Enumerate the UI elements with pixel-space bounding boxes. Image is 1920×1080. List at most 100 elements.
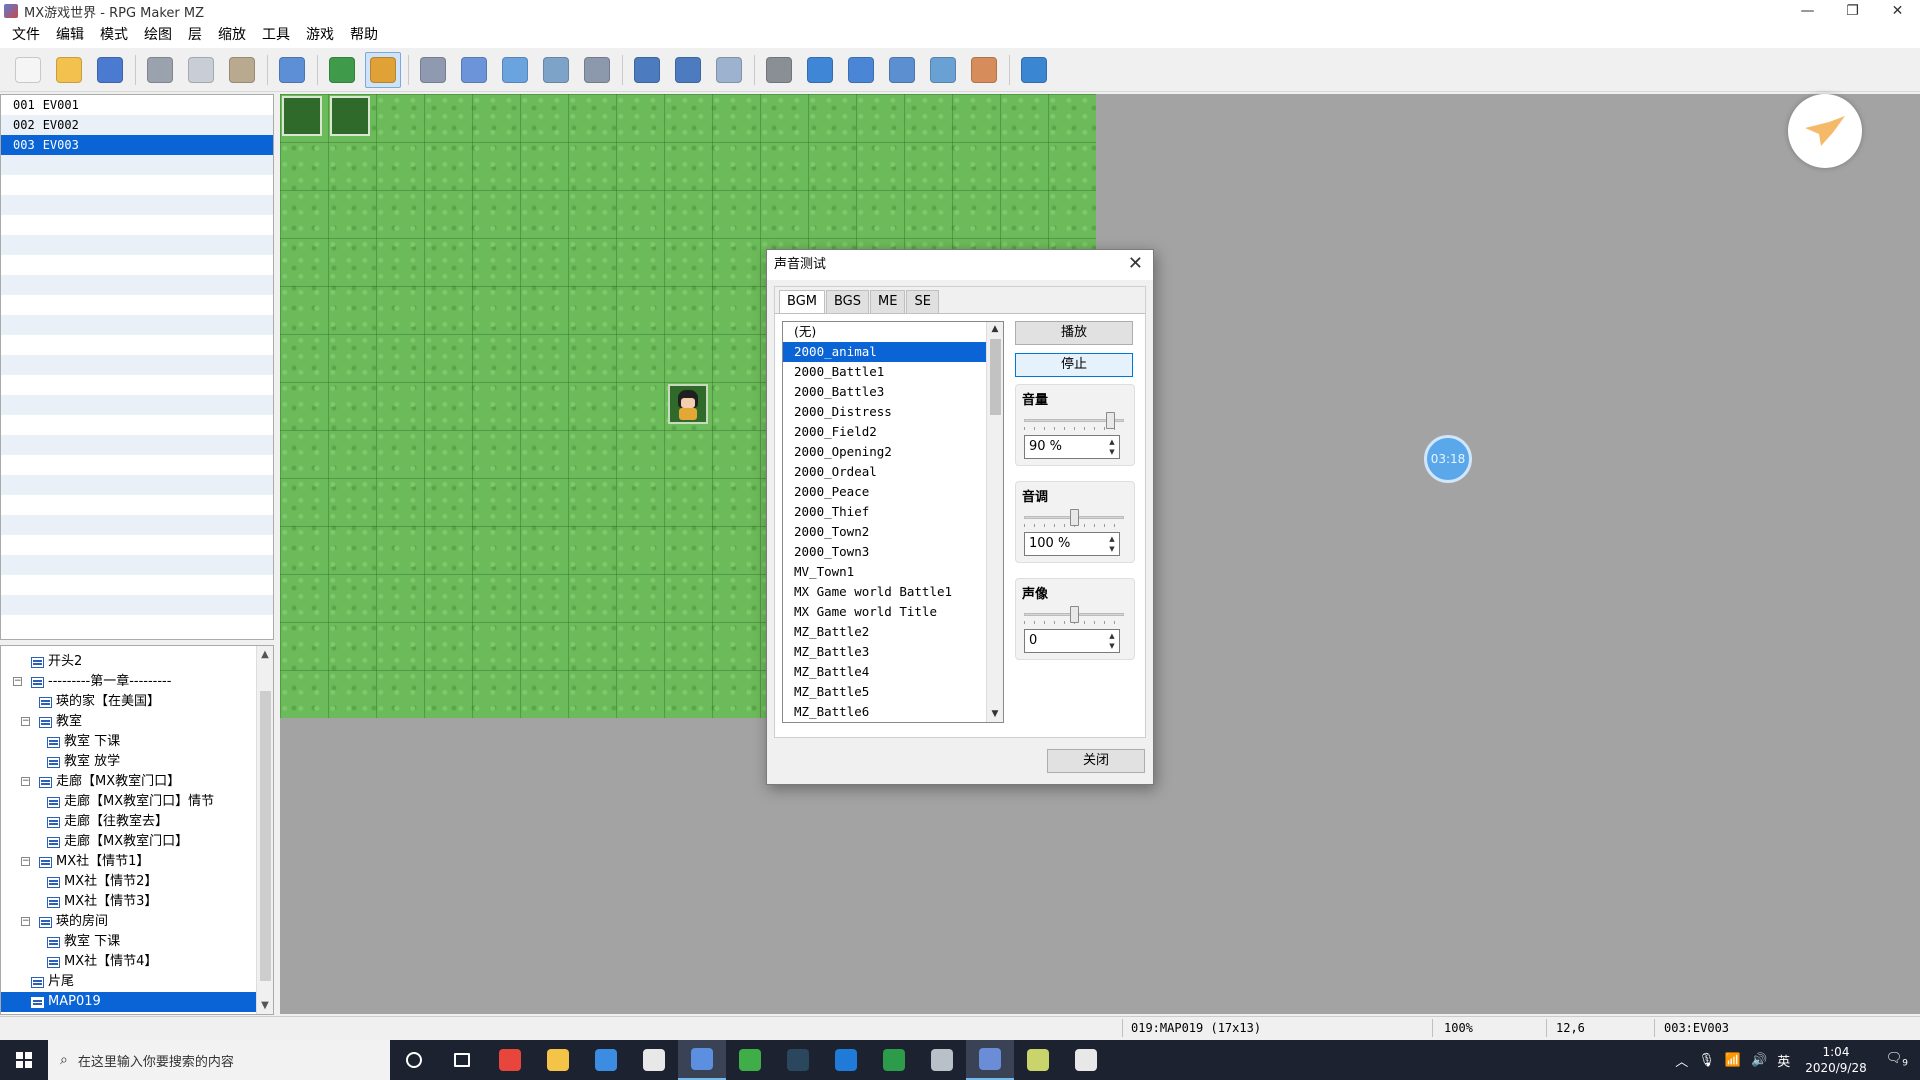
audio-file-item[interactable]: MZ_Battle3 <box>783 642 987 662</box>
event-list-empty-row[interactable] <box>1 395 273 415</box>
cut-button[interactable] <box>142 52 178 88</box>
collapse-toggle-icon[interactable]: − <box>21 857 30 866</box>
collapse-toggle-icon[interactable]: − <box>21 777 30 786</box>
event-list-empty-row[interactable] <box>1 435 273 455</box>
database-button[interactable] <box>761 52 797 88</box>
menu-mode[interactable]: 模式 <box>92 22 136 48</box>
paste-button[interactable] <box>224 52 260 88</box>
map-tree-item[interactable]: − MX社【情节1】 <box>1 852 273 872</box>
map-tree-item[interactable]: MAP019 <box>1 992 257 1012</box>
audio-file-item[interactable]: 2000_Distress <box>783 402 987 422</box>
map-tree-item[interactable]: − 教室 <box>1 712 273 732</box>
event-list-empty-row[interactable] <box>1 595 273 615</box>
audio-file-item[interactable]: 2000_Town3 <box>783 542 987 562</box>
event-list-empty-row[interactable] <box>1 155 273 175</box>
ellipse-button[interactable] <box>497 52 533 88</box>
audio-file-item[interactable]: MX Game world Battle1 <box>783 582 987 602</box>
menu-edit[interactable]: 编辑 <box>48 22 92 48</box>
event-list-empty-row[interactable] <box>1 255 273 275</box>
audio-file-item[interactable]: 2000_Thief <box>783 502 987 522</box>
map-tree-item[interactable]: MX社【情节3】 <box>1 892 273 912</box>
map-tree-item[interactable]: 教室 下课 <box>1 932 273 952</box>
audio-file-item[interactable]: MV_Town1 <box>783 562 987 582</box>
taskbar-mail[interactable] <box>630 1040 678 1080</box>
event-list-empty-row[interactable] <box>1 275 273 295</box>
restore-button[interactable]: ❐ <box>1830 0 1875 22</box>
menu-layer[interactable]: 层 <box>180 22 210 48</box>
resource-manager-button[interactable] <box>925 52 961 88</box>
taskbar-store[interactable] <box>582 1040 630 1080</box>
event-list-item[interactable]: 003 EV003 <box>1 135 273 155</box>
new-project-button[interactable] <box>10 52 46 88</box>
event-list-empty-row[interactable] <box>1 295 273 315</box>
microphone-icon[interactable]: 🎙 <box>1698 1053 1715 1068</box>
pan-slider[interactable] <box>1024 606 1124 624</box>
pitch-slider-knob[interactable] <box>1070 509 1079 526</box>
event-list[interactable]: 001 EV001 002 EV002 003 EV003 <box>0 94 274 640</box>
scroll-up-icon[interactable]: ▲ <box>257 646 273 663</box>
minimize-button[interactable]: — <box>1785 0 1830 22</box>
event-mode-button[interactable] <box>365 51 401 88</box>
scroll-down-icon[interactable]: ▼ <box>987 707 1003 722</box>
audio-file-item[interactable]: 2000_Ordeal <box>783 462 987 482</box>
audio-file-item[interactable]: 2000_Battle3 <box>783 382 987 402</box>
menu-scale[interactable]: 缩放 <box>210 22 254 48</box>
pan-spinbox[interactable]: 0 ▲ ▼ <box>1024 629 1120 653</box>
event-list-empty-row[interactable] <box>1 195 273 215</box>
taskbar-app-cat[interactable] <box>1062 1040 1110 1080</box>
volume-spinbox[interactable]: 90 % ▲ ▼ <box>1024 435 1120 459</box>
sound-test-button[interactable] <box>843 52 879 88</box>
audio-file-item[interactable]: MZ_Battle2 <box>783 622 987 642</box>
spin-arrows-icon[interactable]: ▲ ▼ <box>1107 534 1117 554</box>
map-tree-item[interactable]: 片尾 <box>1 972 273 992</box>
pitch-spinbox[interactable]: 100 % ▲ ▼ <box>1024 532 1120 556</box>
map-tree-scrollbar[interactable]: ▲ ▼ <box>256 646 273 1014</box>
play-button[interactable]: 播放 <box>1015 321 1133 345</box>
close-icon[interactable]: ✕ <box>1128 254 1143 274</box>
event-list-empty-row[interactable] <box>1 555 273 575</box>
map-tree-item[interactable]: − 瑛的房间 <box>1 912 273 932</box>
event-list-empty-row[interactable] <box>1 375 273 395</box>
playtest-button[interactable] <box>1016 52 1052 88</box>
event-list-empty-row[interactable] <box>1 315 273 335</box>
map-tree-item[interactable]: 瑛的家【在美国】 <box>1 692 273 712</box>
event-list-empty-row[interactable] <box>1 355 273 375</box>
collapse-toggle-icon[interactable]: − <box>21 717 30 726</box>
zoom-in-button[interactable] <box>629 52 665 88</box>
taskbar-app-blue[interactable] <box>822 1040 870 1080</box>
event-list-empty-row[interactable] <box>1 615 273 635</box>
scroll-up-icon[interactable]: ▲ <box>987 322 1003 337</box>
audio-file-item[interactable]: 2000_Town2 <box>783 522 987 542</box>
chevron-up-icon[interactable]: ︿ <box>1675 1051 1688 1070</box>
taskbar-chrome[interactable] <box>486 1040 534 1080</box>
event-list-empty-row[interactable] <box>1 415 273 435</box>
pan-slider-knob[interactable] <box>1070 606 1079 623</box>
event-list-empty-row[interactable] <box>1 575 273 595</box>
open-project-button[interactable] <box>51 52 87 88</box>
map-tree-item[interactable]: 教室 下课 <box>1 732 273 752</box>
taskbar-task-view[interactable] <box>438 1040 486 1080</box>
volume-slider-knob[interactable] <box>1106 412 1115 429</box>
menu-tools[interactable]: 工具 <box>254 22 298 48</box>
copy-button[interactable] <box>183 52 219 88</box>
event-list-empty-row[interactable] <box>1 335 273 355</box>
map-tree-item[interactable]: 走廊【MX教室门口】情节 <box>1 792 273 812</box>
event-list-empty-row[interactable] <box>1 515 273 535</box>
scroll-thumb[interactable] <box>990 339 1001 415</box>
collapse-toggle-icon[interactable]: − <box>13 677 22 686</box>
event-tile[interactable] <box>330 96 370 136</box>
close-window-button[interactable]: ✕ <box>1875 0 1920 22</box>
spin-arrows-icon[interactable]: ▲ ▼ <box>1107 437 1117 457</box>
event-list-empty-row[interactable] <box>1 495 273 515</box>
event-list-item[interactable]: 002 EV002 <box>1 115 273 135</box>
tab-bgs[interactable]: BGS <box>825 290 869 314</box>
audio-file-item[interactable]: 2000_Opening2 <box>783 442 987 462</box>
event-list-empty-row[interactable] <box>1 215 273 235</box>
map-tree-item[interactable]: 走廊【MX教室门口】 <box>1 832 273 852</box>
file-list-scrollbar[interactable]: ▲ ▼ <box>986 322 1003 722</box>
audio-file-item[interactable]: 2000_Peace <box>783 482 987 502</box>
map-tree-item[interactable]: 开头2 <box>1 652 273 672</box>
notification-icon[interactable]: 🗨9 <box>1886 1051 1908 1069</box>
audio-file-item[interactable]: MZ_Battle4 <box>783 662 987 682</box>
tab-me[interactable]: ME <box>870 290 906 314</box>
